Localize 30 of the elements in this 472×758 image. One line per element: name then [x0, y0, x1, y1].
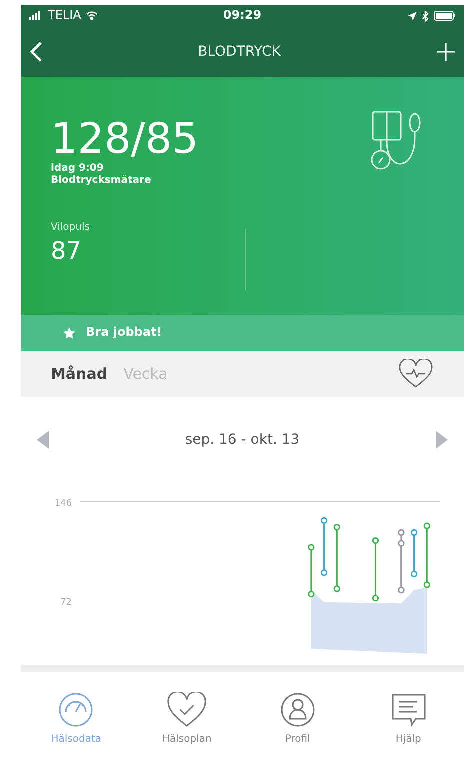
- chat-icon: [390, 692, 428, 728]
- bluetooth-icon: [422, 10, 429, 22]
- tab-bar-item[interactable]: Hälsodata: [36, 692, 116, 750]
- screen-title: BLODTRYCK: [198, 44, 281, 60]
- period-tab[interactable]: Månad: [51, 365, 108, 383]
- date-range: sep. 16 - okt. 13: [185, 432, 300, 448]
- signal-icon: [29, 11, 43, 20]
- tab-bar-item[interactable]: Profil: [258, 692, 338, 750]
- battery-icon: [434, 11, 456, 21]
- reading-time: idag 9:09: [51, 163, 105, 175]
- blood-pressure-value: 128/85: [51, 115, 199, 163]
- axis-tick-label: 72: [60, 598, 72, 608]
- pulse-label: Vilopuls: [51, 222, 91, 234]
- tab-bar-item[interactable]: Hälsoplan: [147, 692, 228, 750]
- tab-bar-item[interactable]: Hjälp: [368, 692, 449, 750]
- gauge-icon: [58, 692, 94, 728]
- axis-tick-label: 146: [54, 499, 72, 509]
- back-button[interactable]: [29, 41, 43, 63]
- location-arrow-icon: [408, 12, 417, 20]
- add-button[interactable]: [436, 42, 456, 62]
- profile-icon: [280, 692, 316, 728]
- device-name: Blodtrycksmätare: [51, 174, 152, 186]
- pulse-value: 87: [51, 238, 83, 266]
- clock-time: 09:29: [223, 9, 262, 23]
- carrier-name: TELIA: [48, 9, 82, 23]
- heart-check-icon: [166, 692, 208, 728]
- wifi-icon: [86, 11, 98, 20]
- star-icon: [63, 326, 76, 340]
- banner-message: Bra jobbat!: [86, 326, 162, 340]
- heartbeat-icon[interactable]: [398, 359, 434, 389]
